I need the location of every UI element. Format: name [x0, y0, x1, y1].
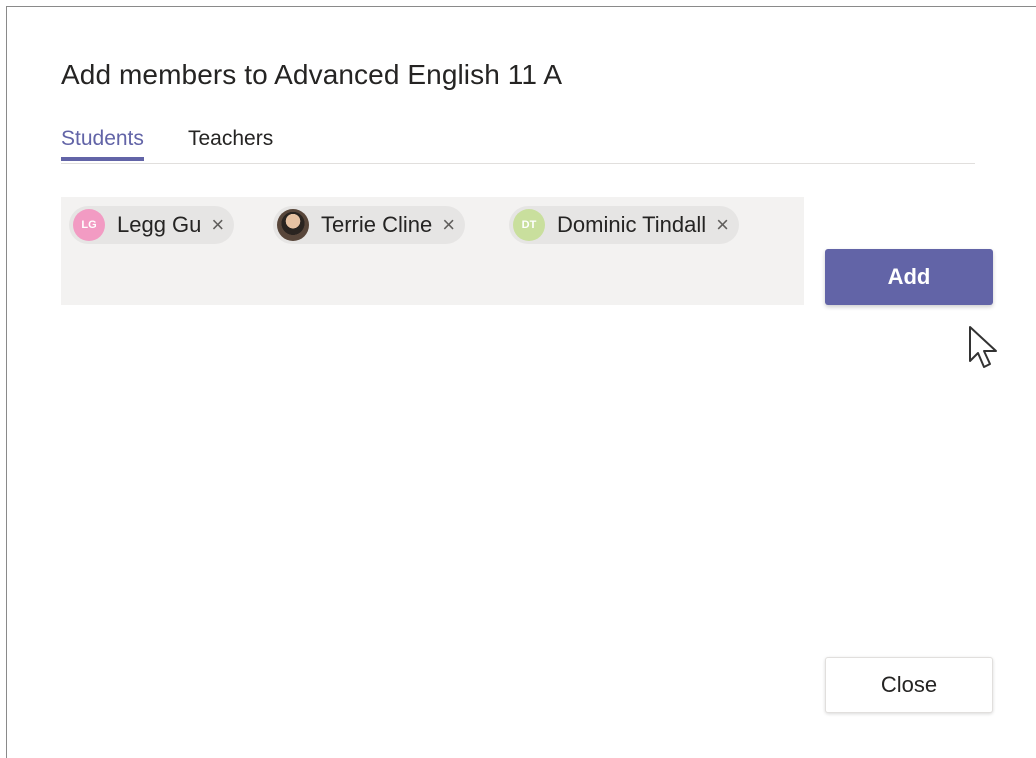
remove-member-icon[interactable]: × [716, 214, 729, 236]
tab-students[interactable]: Students [61, 127, 144, 161]
close-button[interactable]: Close [825, 657, 993, 713]
member-name: Terrie Cline [321, 212, 433, 237]
member-picker-input[interactable]: LG Legg Gu × Terrie Cline × DT Dominic T… [61, 197, 804, 305]
dialog-title: Add members to Advanced English 11 A [61, 59, 563, 90]
add-button[interactable]: Add [825, 249, 993, 305]
tab-teachers[interactable]: Teachers [188, 127, 273, 157]
mouse-pointer-icon [969, 326, 997, 368]
member-pill-dominic-tindall: DT Dominic Tindall × [509, 206, 740, 244]
member-pill-legg-gu: LG Legg Gu × [69, 206, 235, 244]
avatar: LG [73, 209, 105, 241]
avatar-photo [277, 209, 309, 241]
member-name: Legg Gu [117, 212, 202, 237]
member-name: Dominic Tindall [557, 212, 707, 237]
remove-member-icon[interactable]: × [442, 214, 455, 236]
member-type-tabs: Students Teachers [61, 127, 975, 164]
member-pill-terrie-cline: Terrie Cline × [273, 206, 466, 244]
avatar: DT [513, 209, 545, 241]
add-members-dialog: Add members to Advanced English 11 A Stu… [6, 6, 1036, 758]
remove-member-icon[interactable]: × [211, 214, 224, 236]
